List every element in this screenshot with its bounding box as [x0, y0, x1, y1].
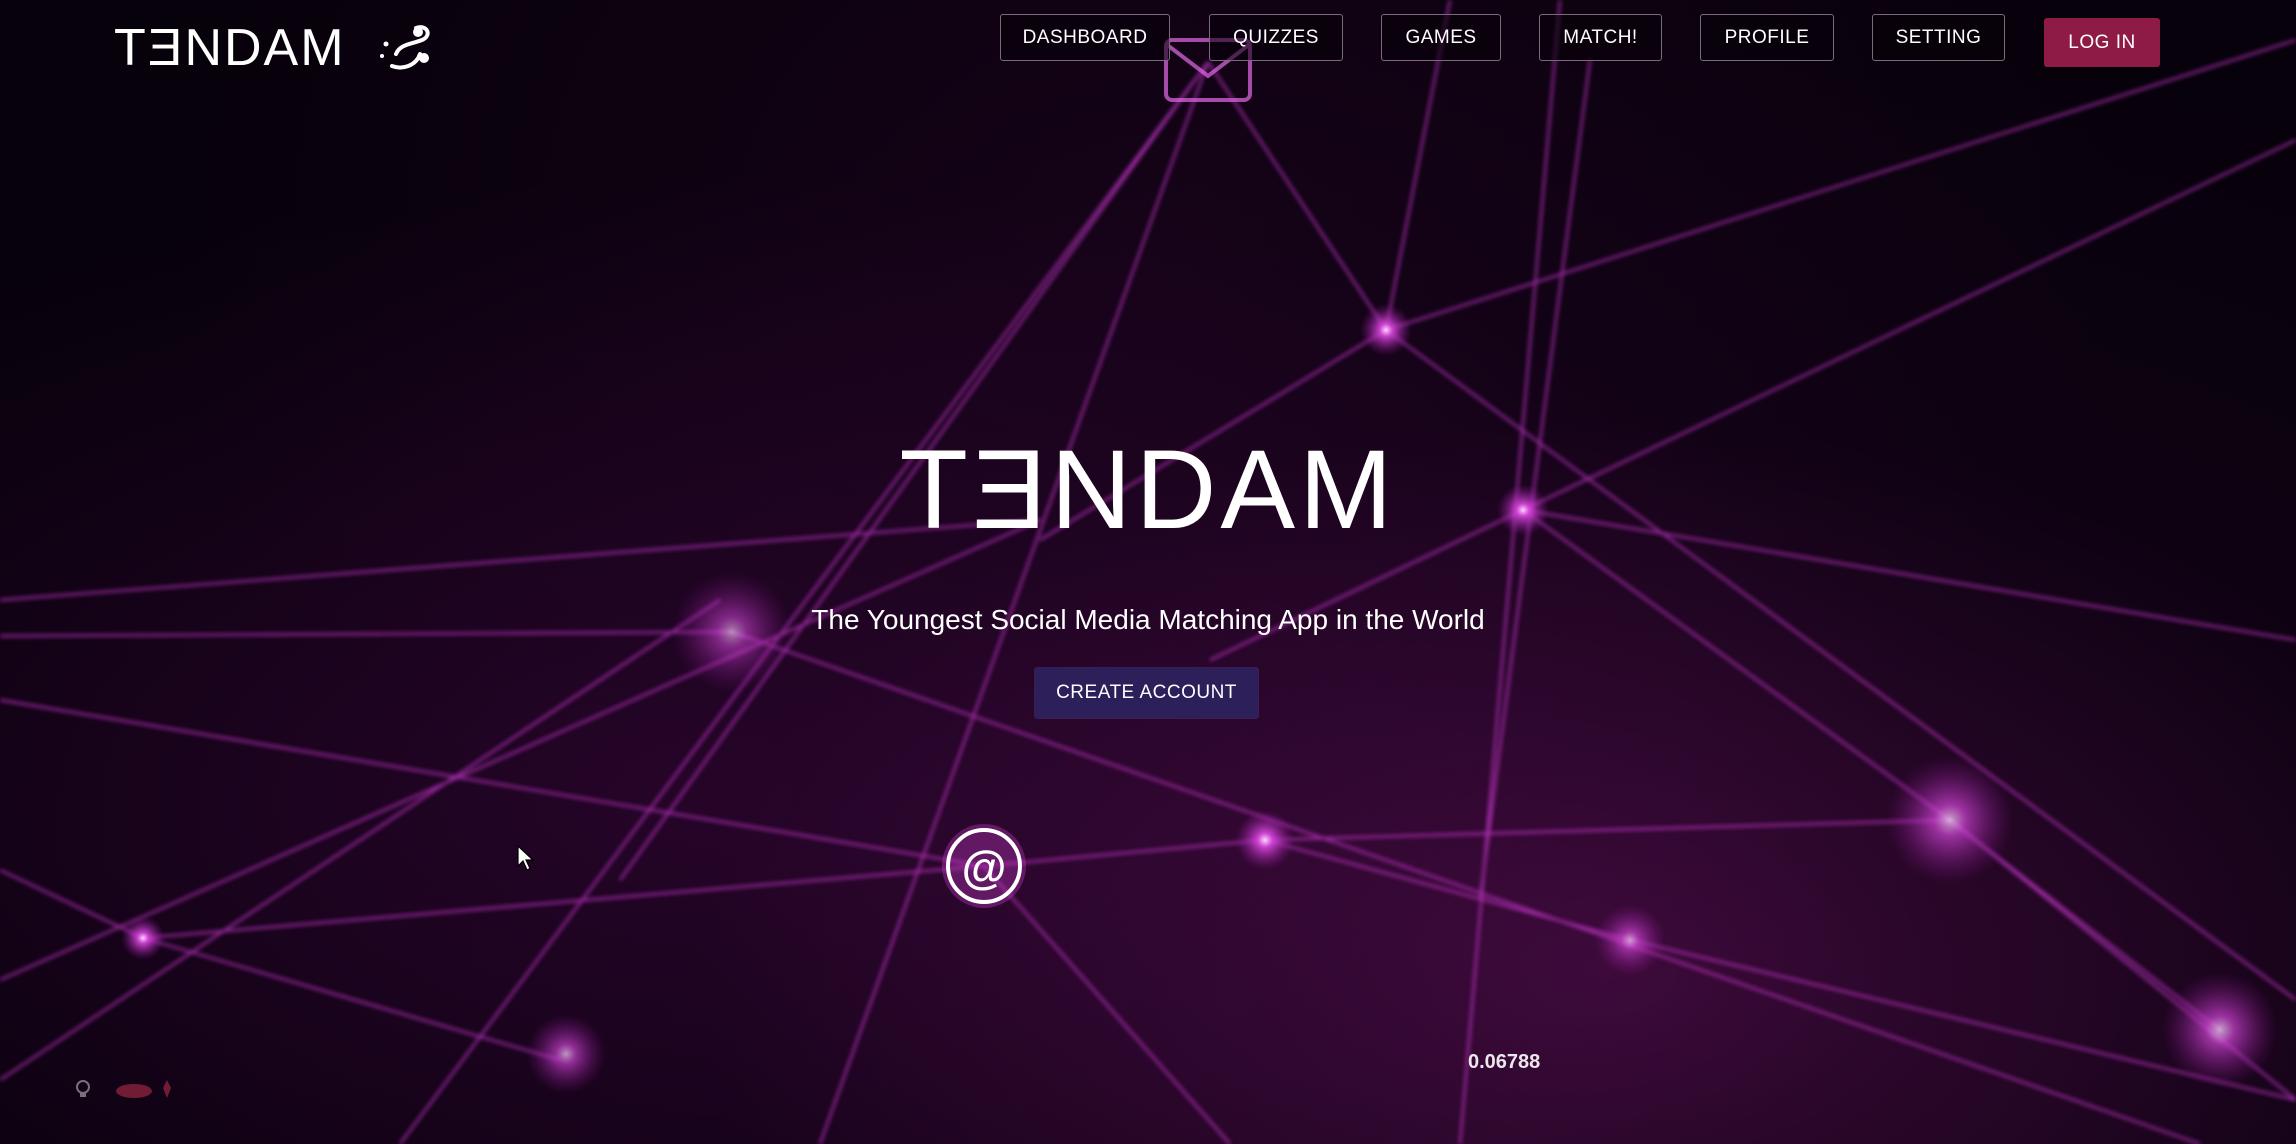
nav-match[interactable]: MATCH! — [1539, 14, 1662, 61]
tandem-swirl-icon — [379, 25, 430, 70]
create-account-button[interactable]: CREATE ACCOUNT — [1035, 668, 1258, 718]
nav-dashboard[interactable]: DASHBOARD — [1000, 14, 1170, 61]
at-sign-icon: @ — [942, 824, 1026, 908]
hero-title: TƎNDAM — [899, 427, 1397, 552]
login-button[interactable]: LOG IN — [2044, 18, 2160, 67]
brand[interactable]: TƎNDAM — [114, 18, 440, 78]
nav-quizzes[interactable]: QUIZZES — [1209, 14, 1343, 61]
svg-text:@: @ — [962, 841, 1007, 893]
floating-number: 0.06788 — [1468, 1051, 1541, 1073]
brand-logo-text: TƎNDAM — [114, 19, 346, 77]
nav-games[interactable]: GAMES — [1381, 14, 1501, 61]
cloud-icon — [114, 1078, 152, 1100]
network-background: @ — [0, 0, 2296, 1144]
pin-icon — [156, 1078, 178, 1100]
nav-profile[interactable]: PROFILE — [1700, 14, 1834, 61]
corner-icon-group — [72, 1078, 178, 1100]
hero-subtitle: The Youngest Social Media Matching App i… — [811, 604, 1485, 635]
lightbulb-icon — [72, 1078, 94, 1100]
nav-setting[interactable]: SETTING — [1872, 14, 2005, 61]
mouse-cursor-icon — [517, 844, 535, 871]
network-lines: @ — [0, 0, 2296, 1144]
